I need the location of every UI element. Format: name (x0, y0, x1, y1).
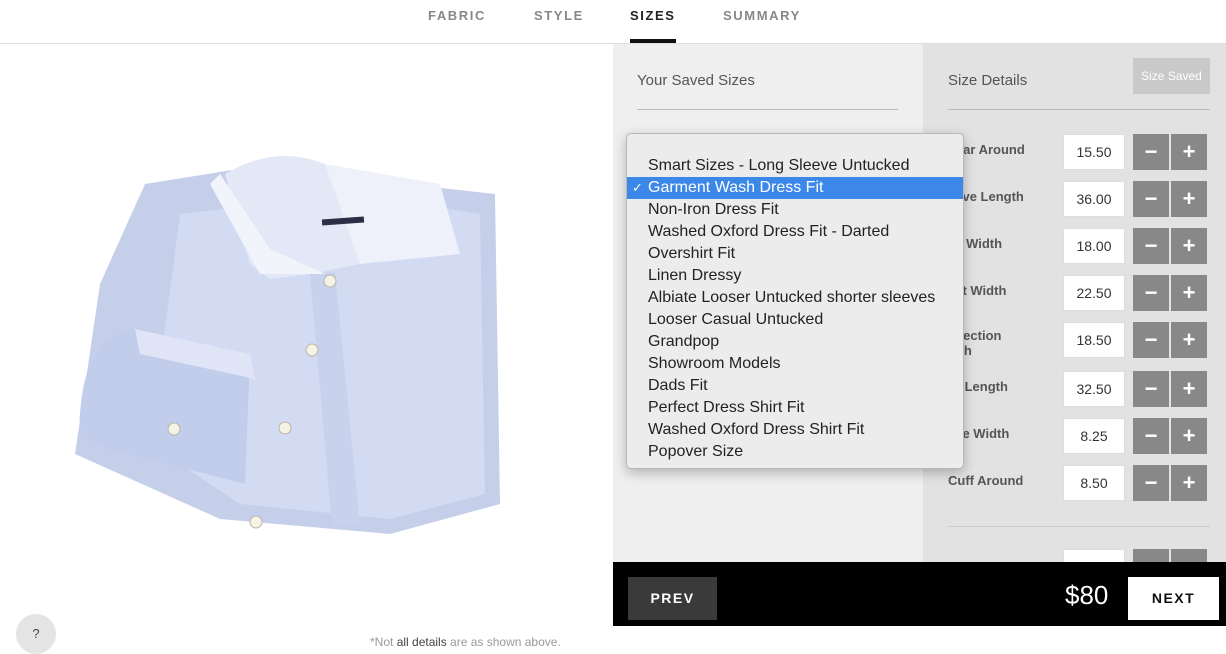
dropdown-option[interactable]: Perfect Dress Shirt Fit (627, 397, 963, 419)
dropdown-option[interactable]: Dads Fit (627, 375, 963, 397)
size-row: eeve Length 36.00 − + (948, 181, 1210, 217)
divider (637, 109, 898, 110)
size-value-input[interactable]: 36.00 (1063, 181, 1125, 217)
increment-button[interactable]: + (1171, 181, 1207, 217)
size-row-partial (948, 549, 1210, 562)
footer-bar: PREV $80 NEXT (613, 562, 1226, 626)
prev-button[interactable]: PREV (628, 577, 717, 620)
dropdown-option[interactable]: Non-Iron Dress Fit (627, 199, 963, 221)
divider (948, 109, 1210, 110)
size-row: est Width 22.50 − + (948, 275, 1210, 311)
dropdown-option[interactable]: Albiate Looser Untucked shorter sleeves (627, 287, 963, 309)
divider (948, 526, 1210, 527)
size-row: ke Width 18.00 − + (948, 228, 1210, 264)
size-value-input[interactable]: 32.50 (1063, 371, 1125, 407)
increment-button[interactable]: + (1171, 134, 1207, 170)
increment-button[interactable]: + (1171, 275, 1207, 311)
tab-fabric[interactable]: FABRIC (428, 8, 486, 23)
price-total: $80 (1065, 580, 1109, 610)
dropdown-option[interactable]: Smart Sizes - Long Sleeve Untucked (627, 155, 963, 177)
size-label: Cuff Around (948, 473, 1024, 488)
dropdown-option[interactable]: Linen Dressy (627, 265, 963, 287)
size-details-panel: Size Details Size Saved ollar Around 15.… (923, 44, 1226, 562)
shirt-image (75, 156, 500, 534)
decrement-button[interactable]: − (1133, 181, 1169, 217)
size-label: est Width (948, 283, 1007, 298)
tab-summary[interactable]: SUMMARY (723, 8, 801, 23)
size-row: irt Length 32.50 − + (948, 371, 1210, 407)
size-label: ollar Around (948, 142, 1025, 157)
increment-button[interactable]: + (1171, 228, 1207, 264)
decrement-button[interactable]: − (1133, 371, 1169, 407)
decrement-button[interactable]: − (1133, 465, 1169, 501)
size-label: ke Width (948, 236, 1003, 251)
size-label: eeve Length (948, 189, 1024, 204)
size-value-input[interactable]: 22.50 (1063, 275, 1125, 311)
disclaimer-note: *Not all details are as shown above. (370, 635, 561, 649)
size-saved-button[interactable]: Size Saved (1133, 58, 1210, 94)
size-value-input[interactable] (1063, 549, 1125, 562)
size-label: irt Length (948, 379, 1008, 394)
top-nav: FABRIC STYLE SIZES SUMMARY (0, 0, 1226, 44)
decrement-button[interactable]: − (1133, 275, 1169, 311)
size-value-input[interactable]: 8.50 (1063, 465, 1125, 501)
help-button[interactable]: ? (16, 614, 56, 654)
dropdown-option-selected[interactable]: ✓ Garment Wash Dress Fit (627, 177, 963, 199)
dropdown-option[interactable]: Overshirt Fit (627, 243, 963, 265)
decrement-button[interactable]: − (1133, 418, 1169, 454)
increment-button[interactable]: + (1171, 322, 1207, 358)
size-row: dsection idth 18.50 − + (948, 322, 1210, 358)
increment-button[interactable]: + (1171, 418, 1207, 454)
dropdown-option[interactable]: Showroom Models (627, 353, 963, 375)
dropdown-option[interactable]: Popover Size (627, 441, 963, 463)
size-row: ollar Around 15.50 − + (948, 134, 1210, 170)
increment-button[interactable] (1171, 549, 1207, 562)
saved-sizes-dropdown[interactable]: Smart Sizes - Long Sleeve Untucked ✓ Garm… (626, 133, 964, 469)
decrement-button[interactable] (1133, 549, 1169, 562)
size-value-input[interactable]: 18.00 (1063, 228, 1125, 264)
tab-sizes[interactable]: SIZES (630, 8, 676, 43)
tab-style[interactable]: STYLE (534, 8, 584, 23)
size-row: Cuff Around 8.50 − + (948, 465, 1210, 501)
product-preview: ? *Not all details are as shown above. (0, 44, 613, 654)
saved-sizes-title: Your Saved Sizes (637, 72, 755, 89)
size-value-input[interactable]: 8.25 (1063, 418, 1125, 454)
dropdown-option[interactable]: Washed Oxford Dress Fit - Darted (627, 221, 963, 243)
size-value-input[interactable]: 18.50 (1063, 322, 1125, 358)
size-value-input[interactable]: 15.50 (1063, 134, 1125, 170)
increment-button[interactable]: + (1171, 371, 1207, 407)
decrement-button[interactable]: − (1133, 228, 1169, 264)
dropdown-option[interactable]: Grandpop (627, 331, 963, 353)
size-details-title: Size Details (948, 72, 1028, 89)
dropdown-option[interactable]: Looser Casual Untucked (627, 309, 963, 331)
decrement-button[interactable]: − (1133, 134, 1169, 170)
size-label: eve Width (948, 426, 1010, 441)
increment-button[interactable]: + (1171, 465, 1207, 501)
size-row: eve Width 8.25 − + (948, 418, 1210, 454)
checkmark-icon: ✓ (632, 180, 643, 195)
next-button[interactable]: NEXT (1128, 577, 1219, 620)
dropdown-option[interactable]: Washed Oxford Dress Shirt Fit (627, 419, 963, 441)
decrement-button[interactable]: − (1133, 322, 1169, 358)
